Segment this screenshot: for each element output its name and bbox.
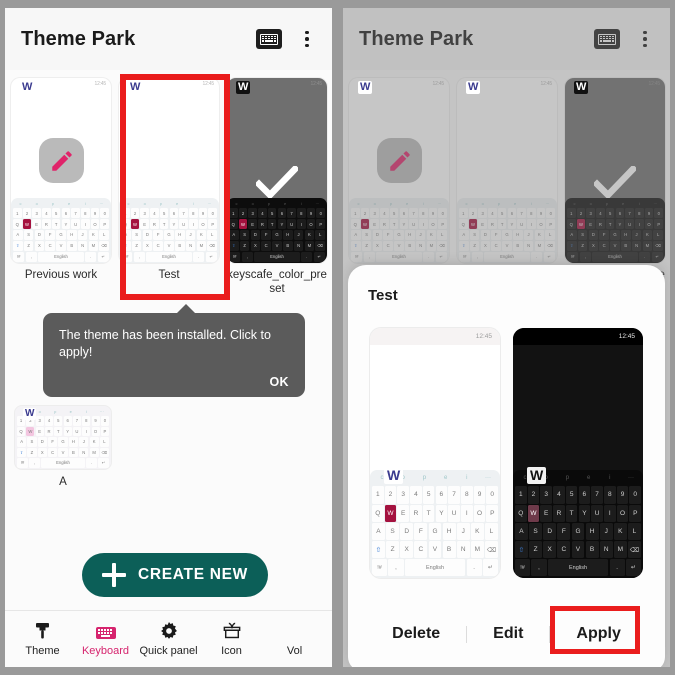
theme-card-previous-work[interactable]: 12:45 W c o p e i ··· 1234567890 QWERTYUIOP A… (11, 78, 111, 296)
theme-thumbnail: 12:45 W c o p e i ··· 1234567890 QWERTYUIOP A… (227, 78, 327, 263)
mini-keyboard: copei··· 1234567890 QWERTYUIOP ASDFGHJKL… (227, 198, 327, 263)
preview-dark[interactable]: 12:45 W c o p e i ··· 1234567890 QWERTYUIOP A… (513, 328, 643, 578)
nav-label: Vol (286, 645, 303, 657)
highlight-box-apply-button (550, 606, 640, 654)
keyboard-preview: c o p e i ··· 1234567890 QWERTYUIOP ASDFGHJKL… (370, 470, 500, 578)
theme-card-label: Previous work (24, 269, 98, 281)
more-vertical-icon[interactable] (298, 28, 316, 50)
nav-item-theme[interactable]: Theme (11, 621, 74, 657)
gear-icon (160, 621, 178, 640)
key-preview-letter: W (236, 81, 251, 94)
sheet-title: Test (368, 287, 398, 304)
key-preview-letter: W (384, 467, 404, 484)
key-preview-letter: W (574, 81, 589, 94)
bottom-navigation: Theme Keyboard Quick panel Icon Vol (5, 610, 332, 667)
theme-card-a[interactable]: W copei··· 1234567890 QWERTYUIOP ASDFGHJ… (15, 406, 111, 488)
status-bar: 12:45 (370, 328, 500, 345)
key-preview-letter: W (466, 81, 481, 94)
screenshot-root: Theme Park 12:45 W c o p e i ··· 1 2 3 4… (0, 0, 675, 675)
theme-thumbnail: W copei··· 1234567890 QWERTYUIOP ASDFGHJ… (15, 406, 111, 469)
toast-ok-button[interactable]: OK (59, 375, 289, 389)
nav-label: Icon (221, 645, 242, 657)
toast-message: The theme has been installed. Click to a… (59, 328, 271, 359)
keyboard-icon (95, 621, 116, 640)
mini-keyboard: copei··· 1234567890 QWERTYUIOP ASDFGHJKL… (11, 198, 111, 263)
theme-thumbnail: 12:45 W c o p e i ··· 1234567890 QWERTYUIOP A… (11, 78, 111, 263)
paint-roller-icon (34, 621, 51, 640)
nav-item-icon[interactable]: Icon (200, 621, 263, 657)
toast-notification[interactable]: The theme has been installed. Click to a… (43, 304, 305, 397)
key-preview-letter: W (128, 81, 143, 94)
key-preview-letter: W (20, 81, 35, 94)
plus-icon (101, 563, 126, 587)
status-bar: 12:45 (513, 328, 643, 345)
delete-button[interactable]: Delete (366, 625, 466, 643)
nav-item-keyboard[interactable]: Keyboard (74, 621, 137, 657)
pencil-icon[interactable] (39, 138, 84, 183)
key-preview-letter: W (23, 408, 37, 420)
nav-label: Quick panel (139, 645, 198, 657)
keyboard-icon[interactable] (256, 29, 282, 49)
theme-card-label: A (59, 476, 67, 488)
create-new-button[interactable]: CREATE NEW (82, 553, 268, 597)
gift-icon (223, 621, 241, 640)
check-icon (256, 166, 298, 200)
nav-label: Keyboard (81, 645, 130, 657)
nav-item-quick-panel[interactable]: Quick panel (137, 621, 200, 657)
right-screen: Theme Park 12:45 W c o p e i ··· 1 2 3 4… (343, 8, 670, 667)
theme-card-label: keyscafe_color_preset (227, 269, 327, 295)
create-new-label: CREATE NEW (137, 566, 249, 583)
keyboard-preview: c o p e i ··· 1234567890 QWERTYUIOP ASDFGHJKL… (513, 470, 643, 578)
key-preview-letter: W (527, 467, 547, 484)
page-title: Theme Park (21, 27, 136, 50)
theme-preview-list: 12:45 W c o p e i ··· 1234567890 QWERTYUIOP A… (368, 328, 645, 578)
left-screen: Theme Park 12:45 W c o p e i ··· 1 2 3 4… (5, 8, 332, 667)
nav-item-vol[interactable]: Vol (263, 621, 326, 657)
theme-card-keyscafe[interactable]: 12:45 W c o p e i ··· 1234567890 QWERTYUIOP A… (227, 78, 327, 296)
edit-button[interactable]: Edit (467, 625, 549, 643)
preview-light[interactable]: 12:45 W c o p e i ··· 1234567890 QWERTYUIOP A… (370, 328, 500, 578)
nav-label: Theme (25, 645, 60, 657)
app-bar: Theme Park (5, 8, 332, 70)
key-preview-letter: W (358, 81, 373, 94)
highlight-box-test-card (120, 74, 230, 300)
